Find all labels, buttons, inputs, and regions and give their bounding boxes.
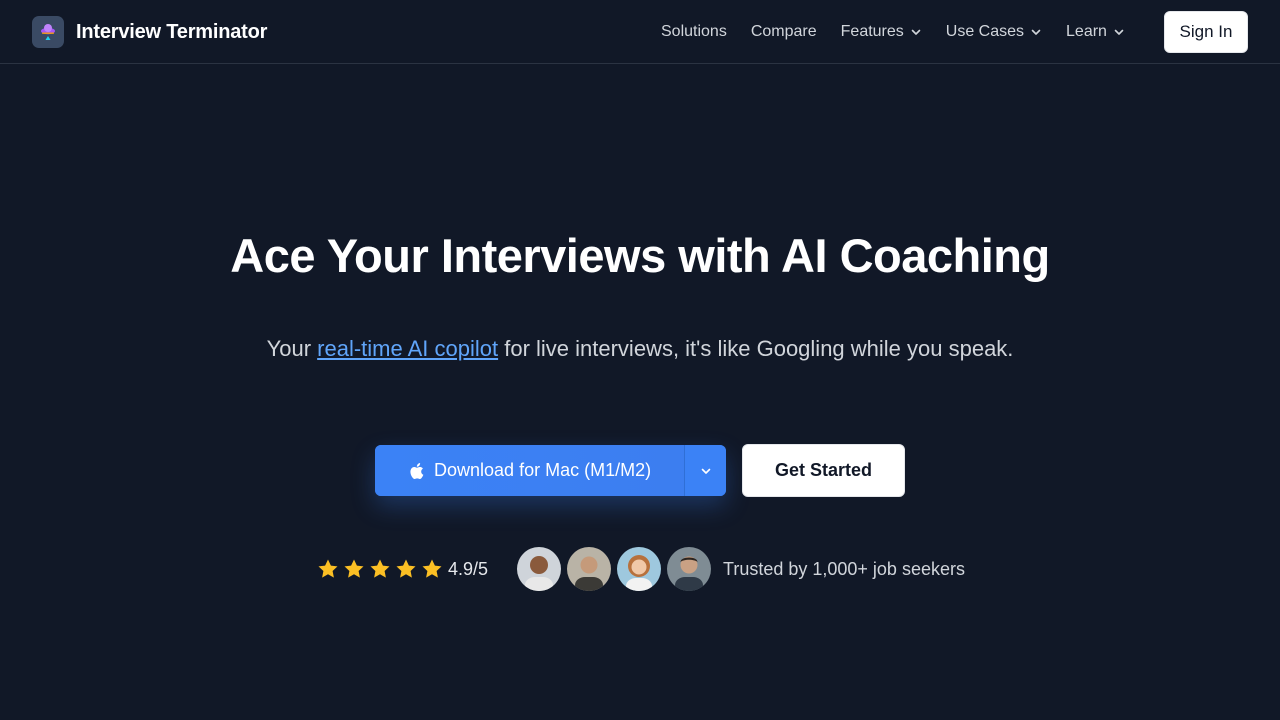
- avatar: [566, 546, 612, 592]
- logo-icon: [32, 16, 64, 48]
- nav-item-learn[interactable]: Learn: [1066, 23, 1125, 41]
- main-nav: Solutions Compare Features Use Cases Lea…: [661, 20, 1149, 44]
- chevron-down-icon: [1031, 29, 1041, 35]
- nav-item-label: Features: [840, 23, 904, 40]
- subtitle-text-after: for live interviews, it's like Googling …: [498, 336, 1014, 361]
- brand-link[interactable]: Interview Terminator: [32, 16, 267, 48]
- chevron-down-icon: [701, 468, 710, 474]
- apple-icon: [410, 462, 424, 479]
- nav-item-use-cases[interactable]: Use Cases: [946, 23, 1042, 41]
- brand-name: Interview Terminator: [76, 20, 268, 43]
- nav-item-compare[interactable]: Compare: [751, 23, 817, 41]
- nav-item-label: Compare: [750, 23, 817, 40]
- download-button-group: Download for Mac (M1/M2): [375, 445, 726, 496]
- sign-in-button[interactable]: Sign In: [1164, 11, 1248, 53]
- star-icon: [318, 559, 338, 578]
- nav-item-label: Use Cases: [945, 23, 1025, 40]
- star-icon: [422, 559, 442, 578]
- chevron-down-icon: [911, 29, 921, 35]
- nav-item-label: Learn: [1066, 23, 1107, 40]
- avatar: [516, 546, 562, 592]
- download-label: Download for Mac (M1/M2): [434, 460, 652, 480]
- get-started-button[interactable]: Get Started: [742, 444, 905, 497]
- download-mac-button[interactable]: Download for Mac (M1/M2): [375, 445, 685, 496]
- chevron-down-icon: [1114, 29, 1124, 35]
- star-rating: 4.9/5: [316, 556, 488, 582]
- subtitle-text-before: Your: [266, 336, 318, 361]
- top-nav-bar: Interview Terminator Solutions Compare F…: [0, 0, 1280, 64]
- download-options-toggle[interactable]: [684, 445, 726, 496]
- real-time-copilot-link[interactable]: real-time AI copilot: [317, 336, 498, 361]
- star-icon: [344, 559, 364, 578]
- nav-item-label: Solutions: [661, 23, 727, 40]
- hero-subtitle: Your real-time AI copilot for live inter…: [0, 334, 1280, 364]
- star-icon: [370, 559, 390, 578]
- avatar: [616, 546, 662, 592]
- nav-item-features[interactable]: Features: [841, 23, 922, 41]
- rating-value: 4.9/5: [448, 558, 489, 579]
- avatar: [666, 546, 712, 592]
- nav-item-solutions[interactable]: Solutions: [661, 23, 727, 41]
- trusted-text: Trusted by 1,000+ job seekers: [723, 559, 965, 579]
- user-avatars: [516, 546, 716, 592]
- star-icon: [396, 559, 416, 578]
- hero-title: Ace Your Interviews with AI Coaching: [230, 229, 1050, 282]
